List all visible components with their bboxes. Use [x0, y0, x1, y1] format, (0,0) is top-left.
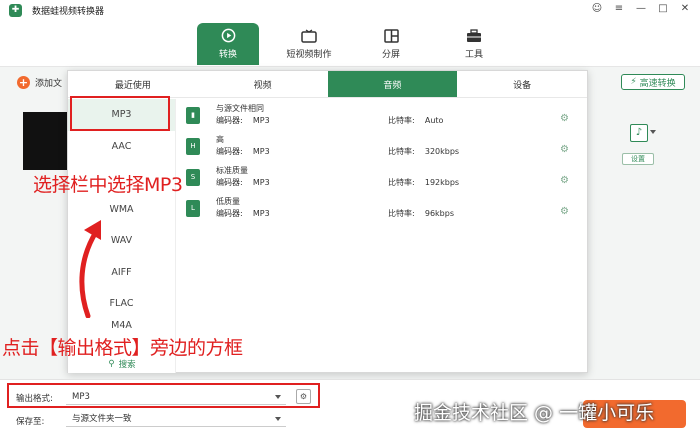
- video-thumbnail[interactable]: [23, 112, 73, 170]
- format-item-aac[interactable]: AAC: [68, 131, 175, 163]
- preset-name: 与源文件相同: [216, 104, 264, 113]
- preset-row[interactable]: ▮ 与源文件相同 编码器: MP3 比特率: Auto ⚙: [178, 99, 587, 130]
- tab-device[interactable]: 设备: [457, 71, 587, 97]
- tab-video[interactable]: 视频: [198, 71, 328, 97]
- preset-encoder: 编码器: MP3: [216, 209, 270, 218]
- tab-split-screen-label: 分屏: [381, 49, 400, 60]
- add-file-button[interactable]: + 添加文: [17, 76, 62, 89]
- preset-encoder: 编码器: MP3: [216, 147, 270, 156]
- tab-short-video[interactable]: 短视频制作: [278, 23, 340, 65]
- close-icon[interactable]: ✕: [678, 3, 692, 14]
- tab-short-video-label: 短视频制作: [286, 49, 332, 60]
- preset-row[interactable]: H 高 编码器: MP3 比特率: 320kbps ⚙: [178, 130, 587, 161]
- top-nav: 转换 短视频制作 分屏 工具: [0, 20, 700, 67]
- format-category-tabs: 最近使用 视频 音频 设备: [68, 71, 587, 98]
- window-controls: ☺ ≡ — □ ✕: [590, 3, 692, 14]
- music-file-icon[interactable]: ♪: [630, 124, 648, 142]
- preset-name: 高: [216, 135, 224, 144]
- search-icon: ⚲: [108, 359, 115, 369]
- tab-recent[interactable]: 最近使用: [68, 71, 198, 97]
- title-bar: ✚ 数据蛙视频转换器 ☺ ≡ — □ ✕: [0, 0, 700, 20]
- preset-bitrate: 比特率: 192kbps: [388, 178, 460, 187]
- watermark: 掘金技术社区 @ 一罐小可乐: [414, 402, 655, 424]
- preset-bitrate: 比特率: Auto: [388, 116, 444, 125]
- split-screen-icon: [383, 28, 399, 43]
- callout-select-mp3: 选择栏中选择MP3: [33, 174, 183, 196]
- audio-file-icon: ▮: [186, 107, 200, 124]
- tab-split-screen[interactable]: 分屏: [360, 23, 422, 65]
- speed-convert-button[interactable]: ⚡ 高速转换: [621, 74, 685, 90]
- lightning-icon: ⚡: [630, 77, 637, 87]
- add-file-label: 添加文: [35, 79, 63, 89]
- feedback-icon[interactable]: ☺: [590, 3, 604, 14]
- gear-icon[interactable]: ⚙: [560, 144, 569, 155]
- save-to-label: 保存至:: [16, 417, 45, 427]
- highlight-output-format: [7, 383, 320, 408]
- preset-name: 标准质量: [216, 166, 248, 175]
- audio-file-icon: L: [186, 200, 200, 217]
- preset-encoder: 编码器: MP3: [216, 178, 270, 187]
- tab-convert-label: 转换: [218, 49, 237, 60]
- preset-list: ▮ 与源文件相同 编码器: MP3 比特率: Auto ⚙ H 高 编码器: M…: [178, 99, 587, 223]
- audio-file-icon: H: [186, 138, 200, 155]
- curved-arrow-icon: [79, 220, 101, 318]
- speed-convert-label: 高速转换: [639, 78, 676, 89]
- chevron-down-icon[interactable]: [650, 130, 656, 134]
- maximize-icon[interactable]: □: [656, 3, 670, 14]
- tab-convert[interactable]: 转换: [197, 23, 259, 65]
- gear-icon[interactable]: ⚙: [560, 206, 569, 217]
- preset-bitrate: 比特率: 96kbps: [388, 209, 455, 218]
- app-title: 数据蛙视频转换器: [32, 6, 105, 17]
- tv-icon: [301, 28, 317, 43]
- convert-icon: [220, 28, 236, 43]
- gear-icon[interactable]: ⚙: [560, 113, 569, 124]
- chevron-down-icon[interactable]: [275, 417, 281, 421]
- tab-tools-label: 工具: [464, 49, 483, 60]
- app-logo-icon: ✚: [9, 3, 22, 17]
- preset-name: 低质量: [216, 197, 240, 206]
- minimize-icon[interactable]: —: [634, 3, 648, 14]
- toolbox-icon: [466, 28, 482, 43]
- preset-encoder: 编码器: MP3: [216, 116, 270, 125]
- menu-icon[interactable]: ≡: [612, 3, 626, 14]
- highlight-mp3: [70, 96, 170, 131]
- plus-icon: +: [17, 76, 30, 89]
- preset-row[interactable]: S 标准质量 编码器: MP3 比特率: 192kbps ⚙: [178, 161, 587, 192]
- preset-bitrate: 比特率: 320kbps: [388, 147, 460, 156]
- save-to-select[interactable]: 与源文件夹一致: [66, 411, 286, 427]
- tab-audio[interactable]: 音频: [327, 71, 458, 97]
- settings-button[interactable]: 设置: [622, 153, 654, 165]
- tab-tools[interactable]: 工具: [443, 23, 505, 65]
- audio-file-icon: S: [186, 169, 200, 186]
- gear-icon[interactable]: ⚙: [560, 175, 569, 186]
- callout-click-format: 点击【输出格式】旁边的方框: [2, 337, 243, 359]
- preset-row[interactable]: L 低质量 编码器: MP3 比特率: 96kbps ⚙: [178, 192, 587, 223]
